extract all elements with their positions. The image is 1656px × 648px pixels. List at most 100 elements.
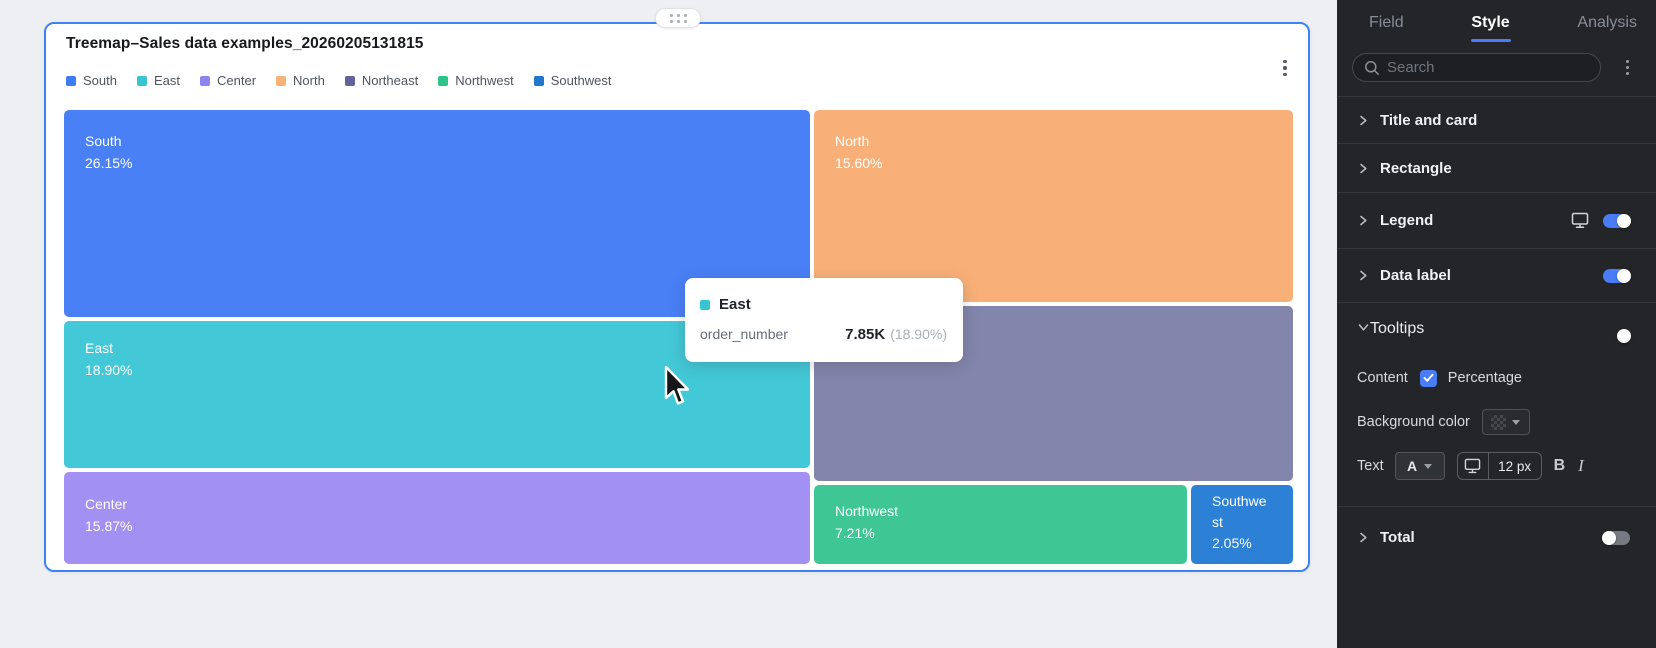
tooltip-value: 7.85K [845,326,886,343]
tooltip-text-row: Text A 12 px B I [1357,452,1636,480]
section-label: Tooltips [1370,319,1425,337]
chevron-right-icon [1357,162,1371,175]
legend-item-southwest[interactable]: Southwest [533,73,612,88]
treemap-rect-southwest[interactable]: Southwest 2.05% [1191,485,1293,564]
rect-name: North [835,133,870,149]
legend-swatch [66,75,76,86]
content-label: Content [1357,370,1408,386]
section-title-and-card[interactable]: Title and card [1337,96,1656,143]
caret-down-icon [1424,463,1433,469]
rect-percent: 15.60% [835,155,883,171]
monitor-icon [1464,458,1481,474]
chevron-right-icon [1357,269,1371,282]
drag-dots-icon [669,13,687,23]
search-input[interactable] [1387,59,1567,76]
legend-item-east[interactable]: East [136,73,180,88]
legend-swatch [136,75,147,86]
search-icon [1365,60,1379,75]
search-box[interactable] [1352,53,1601,82]
legend-item-northeast[interactable]: Northeast [344,73,419,88]
percentage-label: Percentage [1447,370,1522,386]
legend-swatch [276,75,287,86]
rect-name: Southwest [1212,493,1267,530]
rect-percent: 26.15% [85,155,133,171]
rect-percent: 7.21% [835,525,875,541]
active-tab-indicator [1470,39,1511,42]
tab-analysis[interactable]: Analysis [1577,0,1637,45]
treemap-plot: South 26.15% North 15.60% East 18.90% Ce… [64,110,1293,566]
section-tooltips[interactable]: Tooltips [1337,302,1656,354]
chevron-right-icon [1357,114,1371,127]
tab-style[interactable]: Style [1470,0,1511,45]
text-label: Text [1357,458,1384,474]
rect-percent: 2.05% [1212,535,1252,551]
treemap-rect-center[interactable]: Center 15.87% [64,472,810,564]
legend-swatch [533,75,544,86]
section-total[interactable]: Total [1337,506,1656,568]
tooltip-series-name: East [719,296,751,313]
section-rectangle[interactable]: Rectangle [1337,143,1656,192]
bold-button[interactable]: B [1554,457,1566,475]
legend-label: Northwest [455,73,514,88]
tooltips-settings-body: Content Percentage Background color Text… [1337,354,1656,506]
legend-swatch [438,75,449,86]
tooltip-percent: (18.90%) [890,326,947,342]
section-label: Legend [1380,212,1434,229]
legend-toggle[interactable] [1603,213,1631,228]
section-label: Rectangle [1380,159,1452,177]
background-color-label: Background color [1357,414,1470,430]
legend-label: East [153,73,180,88]
treemap-chart-card[interactable]: Treemap–Sales data examples_202602051318… [44,22,1310,572]
treemap-rect-northwest[interactable]: Northwest 7.21% [814,485,1187,564]
panel-more-kebab-icon[interactable] [1620,57,1634,79]
background-color-dropdown[interactable] [1481,409,1530,435]
section-label: Total [1380,529,1415,546]
section-label: Title and card [1380,111,1478,129]
content-percentage-checkbox[interactable] [1419,369,1437,387]
chevron-right-icon [1357,214,1371,227]
font-size-field[interactable]: 12 px [1489,453,1541,479]
treemap-rect-north[interactable]: North 15.60% [814,110,1293,302]
legend-label: South [83,73,117,88]
font-color-letter: A [1407,458,1418,474]
legend-item-northwest[interactable]: Northwest [438,73,514,88]
rect-name: South [85,133,122,149]
rect-name: Northwest [835,503,899,519]
legend-label: Southwest [550,73,612,88]
device-monitor-button[interactable] [1458,453,1489,479]
total-toggle[interactable] [1602,530,1630,545]
legend-label: North [293,73,325,88]
legend-item-north[interactable]: North [276,73,325,88]
legend-swatch [200,75,210,86]
section-data-label[interactable]: Data label [1337,248,1656,302]
italic-button[interactable]: I [1578,456,1584,476]
tooltip-series-swatch [700,299,710,310]
legend-label: Center [217,73,257,88]
chart-tooltip: East order_number 7.85K (18.90%) [685,278,963,362]
card-title: Treemap–Sales data examples_202602051318… [66,35,424,52]
monitor-icon[interactable] [1571,212,1589,229]
legend-label: Northeast [361,73,419,88]
card-drag-handle[interactable] [655,8,701,28]
tooltip-content-row: Content Percentage [1357,364,1636,392]
tab-field[interactable]: Field [1369,0,1404,45]
transparent-color-swatch [1491,414,1507,430]
card-menu-kebab-icon[interactable] [1278,57,1292,79]
caret-down-icon [1512,419,1521,425]
panel-tab-bar: Field Style Analysis [1337,0,1656,45]
legend-item-south[interactable]: South [66,73,117,88]
font-color-dropdown[interactable]: A [1394,452,1445,480]
chart-legend: South East Center North Northeast Northw… [66,73,611,88]
rect-name: Center [85,496,128,512]
panel-search-row [1337,45,1656,96]
chevron-down-icon [1357,320,1370,338]
font-size-group: 12 px [1456,452,1542,480]
section-legend[interactable]: Legend [1337,192,1656,248]
section-label: Data label [1380,267,1451,284]
data-label-toggle[interactable] [1603,268,1631,283]
legend-item-center[interactable]: Center [200,73,256,88]
rect-percent: 15.87% [85,518,133,534]
tooltip-metric-label: order_number [700,326,788,342]
legend-swatch [344,75,355,86]
tooltip-background-color-row: Background color [1357,408,1636,436]
